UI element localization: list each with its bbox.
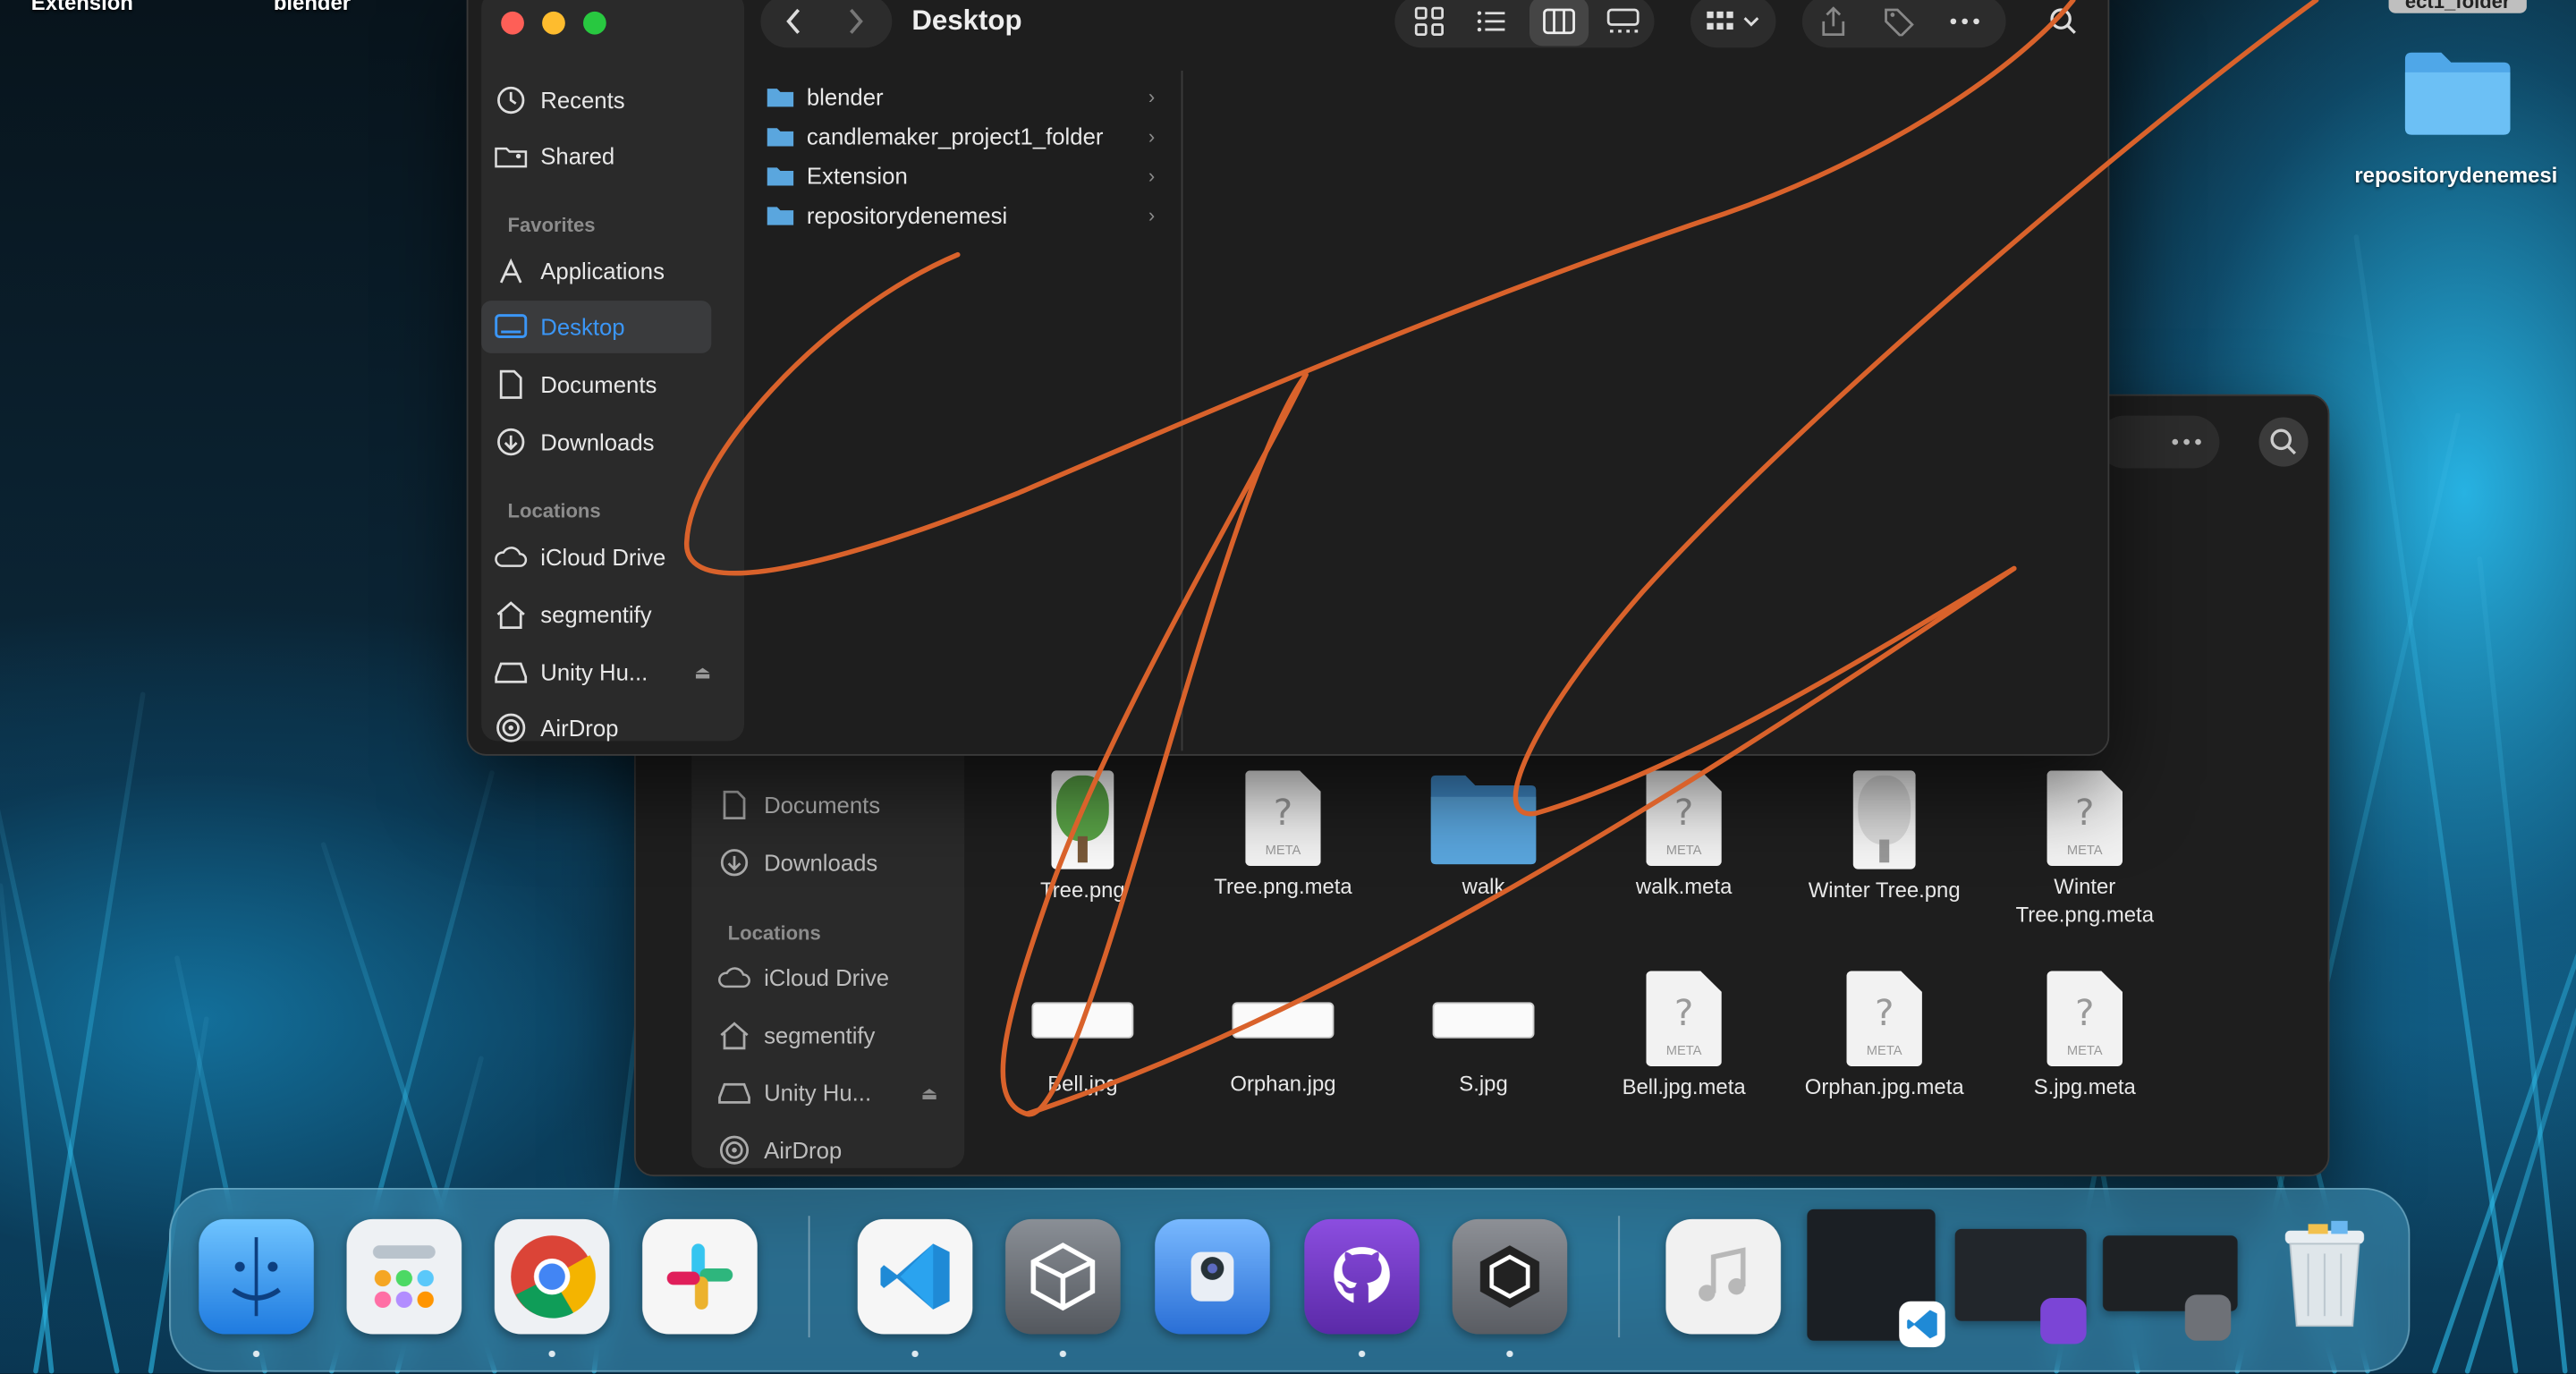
unity-hub-app-icon[interactable] — [1005, 1218, 1121, 1335]
running-indicator — [1059, 1350, 1067, 1358]
running-indicator — [911, 1350, 919, 1358]
dock-separator — [808, 1216, 810, 1338]
annotation-scribble — [683, 0, 2319, 1117]
running-indicator — [1358, 1350, 1366, 1358]
unity-app-icon[interactable] — [1452, 1218, 1568, 1335]
music-app-icon[interactable] — [1665, 1218, 1781, 1335]
unity-window-thumbnail[interactable] — [2102, 1235, 2238, 1341]
dock-separator — [1618, 1216, 1620, 1338]
github-badge-icon — [2040, 1297, 2087, 1344]
github-window-thumbnail[interactable] — [1954, 1228, 2087, 1344]
screen-recorder-app-icon[interactable] — [1155, 1218, 1270, 1335]
github-desktop-app-icon[interactable] — [1304, 1218, 1419, 1335]
unity-badge-icon — [2184, 1294, 2232, 1341]
trash-icon[interactable] — [2267, 1219, 2383, 1335]
vscode-badge-icon — [1899, 1301, 1945, 1348]
running-indicator — [548, 1350, 555, 1358]
running-indicator — [1506, 1350, 1513, 1358]
slack-app-icon[interactable] — [642, 1218, 758, 1335]
vscode-app-icon[interactable] — [857, 1218, 973, 1335]
vscode-window-thumbnail[interactable] — [1807, 1209, 1945, 1348]
chrome-app-icon[interactable] — [494, 1218, 610, 1335]
finder-app-icon[interactable] — [199, 1218, 314, 1335]
running-indicator — [252, 1350, 260, 1358]
launchpad-app-icon[interactable] — [346, 1218, 462, 1335]
